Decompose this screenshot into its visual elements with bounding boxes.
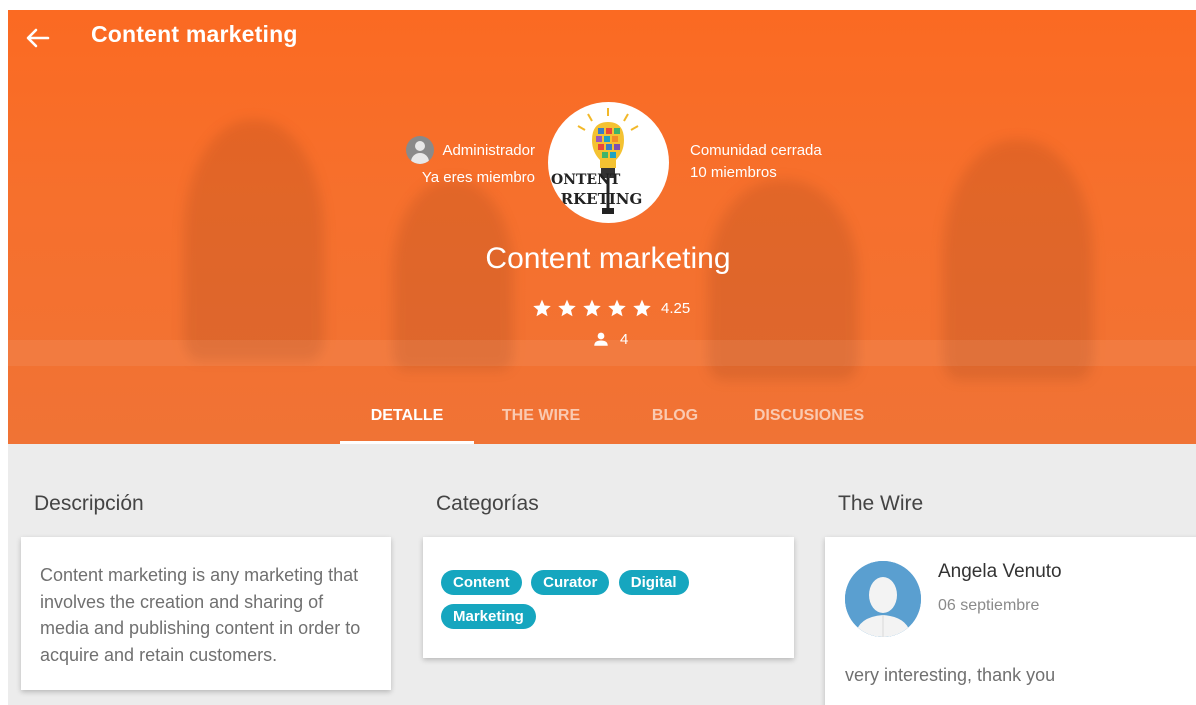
star-icon [583, 299, 601, 317]
app-window: Content marketing Administrador Ya eres … [8, 10, 1196, 705]
categories-card: Content Curator Digital Marketing [423, 537, 794, 658]
category-chip[interactable]: Digital [618, 570, 689, 595]
svg-text:ARKETING: ARKETING [548, 190, 642, 208]
description-text: Content marketing is any marketing that … [40, 565, 361, 665]
tab-blog[interactable]: BLOG [608, 396, 742, 444]
back-button[interactable] [22, 24, 54, 52]
member-count: 4 [592, 330, 628, 348]
post-date: 06 septiembre [938, 597, 1040, 614]
wire-post-card[interactable]: Angela Venuto 06 septiembre very interes… [825, 537, 1196, 705]
star-icon [633, 299, 651, 317]
background-person [184, 120, 324, 360]
community-members: 10 miembros [690, 164, 777, 181]
community-info: Comunidad cerrada 10 miembros [690, 140, 822, 184]
person-icon [594, 332, 608, 346]
description-card: Content marketing is any marketing that … [21, 537, 391, 690]
page-title: Content marketing [91, 21, 298, 47]
the-wire-heading: The Wire [838, 492, 924, 515]
rating: 4.25 [532, 298, 690, 318]
category-chip[interactable]: Content [441, 570, 522, 595]
categories-heading: Categorías [436, 492, 539, 515]
category-chip[interactable]: Marketing [441, 604, 536, 629]
star-icon [558, 299, 576, 317]
membership-status: Ya eres miembro [421, 169, 535, 186]
community-hero: Content marketing Administrador Ya eres … [8, 10, 1196, 444]
admin-role: Administrador [442, 141, 535, 159]
avatar-icon [406, 136, 435, 164]
tab-bar: DETALLE THE WIRE BLOG DISCUSIONES [8, 396, 1196, 444]
post-message: very interesting, thank you [845, 665, 1056, 685]
user-silhouette-icon [845, 561, 921, 637]
community-title: Content marketing [485, 242, 731, 275]
community-type: Comunidad cerrada [690, 142, 822, 159]
category-chip[interactable]: Curator [531, 570, 610, 595]
svg-text:ONTENT: ONTENT [551, 172, 621, 188]
description-heading: Descripción [34, 492, 144, 515]
tab-detalle[interactable]: DETALLE [340, 396, 474, 444]
avatar[interactable] [845, 561, 921, 637]
lightbulb-logo-icon: ONTENT ARKETING [548, 108, 642, 214]
post-author[interactable]: Angela Venuto [938, 561, 1062, 583]
star-icon [608, 299, 626, 317]
rating-value: 4.25 [661, 299, 691, 317]
tab-the-wire[interactable]: THE WIRE [474, 396, 608, 444]
star-icon [533, 299, 551, 317]
member-count-value: 4 [620, 330, 629, 348]
community-logo: ONTENT ARKETING [548, 102, 669, 223]
membership-info: Administrador Ya eres miembro [406, 136, 535, 191]
arrow-left-icon [26, 28, 50, 48]
top-app-bar: Content marketing [8, 10, 1196, 60]
tab-discusiones[interactable]: DISCUSIONES [742, 396, 876, 444]
admin-row: Administrador [406, 136, 535, 164]
